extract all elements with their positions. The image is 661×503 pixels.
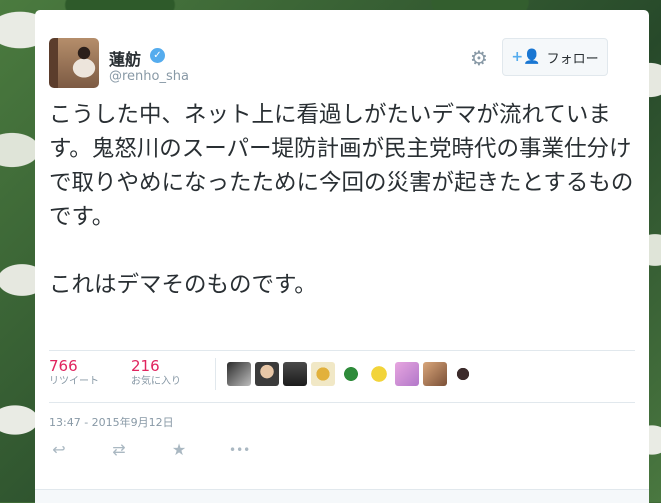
reply-icon[interactable]: ↩ (49, 440, 69, 460)
favoriter-avatars (227, 362, 475, 386)
avatar[interactable] (49, 38, 99, 88)
retweet-count: 766 (49, 357, 78, 375)
stat-separator (215, 358, 216, 390)
favoriter-avatar[interactable] (227, 362, 251, 386)
gear-icon[interactable]: ⚙ (470, 46, 488, 70)
likes-count: 216 (131, 357, 160, 375)
favorite-icon[interactable]: ★ (169, 440, 189, 460)
likes-label: お気に入り (131, 376, 181, 387)
follow-button-label: フォロー (546, 51, 599, 67)
favoriter-avatar[interactable] (367, 362, 391, 386)
favoriter-avatar[interactable] (395, 362, 419, 386)
tweet-card: 蓮舫 ✓ @renho_sha ⚙ +👤 フォロー こうした中、ネット上に看過し… (35, 10, 649, 503)
retweet-label: リツイート (49, 376, 99, 387)
tweet-text: こうした中、ネット上に看過しがたいデマが流れています。鬼怒川のスーパー堤防計画が… (49, 102, 634, 298)
favoriter-avatar[interactable] (283, 362, 307, 386)
favoriter-avatar[interactable] (255, 362, 279, 386)
reply-strip (35, 489, 649, 503)
retweet-icon[interactable]: ⇄ (109, 440, 129, 460)
follow-button[interactable]: +👤 フォロー (502, 38, 608, 76)
retweet-stat[interactable]: 766 リツイート (49, 357, 99, 389)
follow-user-icon: +👤 (511, 49, 541, 65)
more-icon[interactable]: ••• (229, 440, 250, 460)
divider-bottom (49, 402, 635, 403)
favoriter-avatar[interactable] (311, 362, 335, 386)
favoriter-avatar[interactable] (451, 362, 475, 386)
favoriter-avatar[interactable] (339, 362, 363, 386)
tweet-actions: ↩ ⇄ ★ ••• (49, 440, 250, 460)
author-display-name[interactable]: 蓮舫 (109, 46, 141, 70)
author-handle[interactable]: @renho_sha (109, 69, 189, 84)
divider-top (49, 350, 635, 351)
likes-stat[interactable]: 216 お気に入り (131, 357, 181, 389)
tweet-timestamp[interactable]: 13:47 - 2015年9月12日 (49, 414, 174, 430)
favoriter-avatar[interactable] (423, 362, 447, 386)
verified-badge-icon: ✓ (150, 48, 165, 63)
